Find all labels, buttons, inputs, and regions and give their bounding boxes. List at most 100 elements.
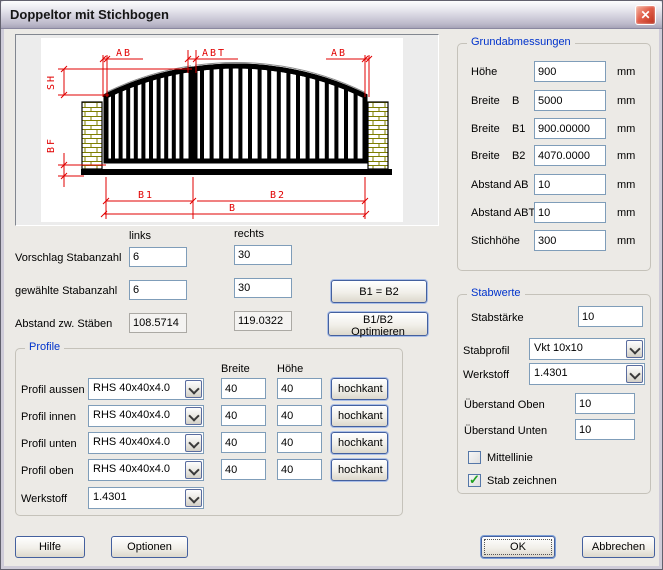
profile-group-title: Profile: [25, 341, 64, 353]
ueberstand-unten-input[interactable]: [575, 419, 635, 440]
gewaehlte-stabanzahl-label: gewählte Stabanzahl: [15, 284, 117, 298]
profil-innen-dropdown-button[interactable]: [185, 407, 202, 425]
profil-unten-dropdown-button[interactable]: [185, 434, 202, 452]
vorschlag-stabanzahl-rechts-input[interactable]: [234, 245, 292, 265]
profile-werkstoff-dropdown-button[interactable]: [185, 489, 202, 507]
dim-b1-label: B1: [138, 190, 154, 201]
breite-b-label: Breite B: [471, 94, 519, 108]
b1-b2-optimieren-button[interactable]: B1/B2 Optimieren: [328, 312, 428, 336]
profil-innen-label: Profil innen: [21, 410, 76, 424]
dim-bf-label: BF: [46, 137, 57, 153]
chevron-down-icon: [188, 464, 199, 475]
profil-aussen-combobox[interactable]: RHS 40x40x4.0: [88, 378, 204, 400]
breite-b1-input[interactable]: [534, 118, 606, 139]
profil-oben-breite-input[interactable]: [221, 459, 266, 480]
hoehe-input[interactable]: [534, 61, 606, 82]
profile-werkstoff-label: Werkstoff: [21, 492, 67, 506]
profile-col-hoehe: Höhe: [277, 362, 303, 376]
profil-oben-dropdown-button[interactable]: [185, 461, 202, 479]
dim-ab-left-label: AB: [116, 48, 132, 59]
stabprofil-combobox[interactable]: Vkt 10x10: [529, 338, 645, 360]
b1-equals-b2-button[interactable]: B1 = B2: [331, 280, 427, 303]
breite-b1-label: Breite B1: [471, 122, 525, 136]
gewaehlte-stabanzahl-rechts-input[interactable]: [234, 278, 292, 298]
stabprofil-dropdown-button[interactable]: [626, 340, 643, 358]
profil-oben-label: Profil oben: [21, 464, 74, 478]
ueberstand-unten-label: Überstand Unten: [464, 424, 547, 438]
stab-zeichnen-label: Stab zeichnen: [487, 474, 557, 488]
abstand-abt-unit: mm: [617, 206, 635, 220]
dim-ab-right-label: AB: [331, 48, 347, 59]
close-button[interactable]: ✕: [635, 5, 656, 25]
stabstaerke-label: Stabstärke: [471, 311, 524, 325]
title-bar[interactable]: Doppeltor mit Stichbogen ✕: [1, 1, 662, 29]
profil-innen-hochkant-button[interactable]: hochkant: [331, 405, 388, 427]
breite-b1-unit: mm: [617, 122, 635, 136]
left-pillar: [82, 102, 102, 169]
profil-oben-hoehe-input[interactable]: [277, 459, 322, 480]
stichhoehe-label: Stichhöhe: [471, 234, 520, 248]
profil-aussen-hochkant-button[interactable]: hochkant: [331, 378, 388, 400]
stichhoehe-input[interactable]: [534, 230, 606, 251]
ok-button[interactable]: OK: [481, 536, 555, 558]
abstand-ab-unit: mm: [617, 178, 635, 192]
gate-drawing: SH BF AB ABT AB B1 B2 B: [16, 35, 438, 225]
breite-b2-unit: mm: [617, 149, 635, 163]
profil-unten-breite-input[interactable]: [221, 432, 266, 453]
dim-sh-label: SH: [46, 74, 57, 90]
profil-aussen-breite-input[interactable]: [221, 378, 266, 399]
profil-unten-hochkant-button[interactable]: hochkant: [331, 432, 388, 454]
mittellinie-checkbox[interactable]: ✓: [468, 451, 481, 464]
dim-b-label: B: [229, 203, 237, 214]
profile-werkstoff-value: 1.4301: [93, 491, 127, 503]
profil-innen-value: RHS 40x40x4.0: [93, 409, 170, 421]
stabwerte-werkstoff-value: 1.4301: [534, 367, 568, 379]
stab-zeichnen-checkbox[interactable]: ✓: [468, 474, 481, 487]
profil-unten-value: RHS 40x40x4.0: [93, 436, 170, 448]
profil-oben-hochkant-button[interactable]: hochkant: [331, 459, 388, 481]
abstand-abt-input[interactable]: [534, 202, 606, 223]
profil-unten-label: Profil unten: [21, 437, 77, 451]
mittellinie-label: Mittellinie: [487, 451, 533, 465]
breite-b2-label: Breite B2: [471, 149, 525, 163]
stabwerte-werkstoff-label: Werkstoff: [463, 368, 509, 382]
profil-innen-hoehe-input[interactable]: [277, 405, 322, 426]
profile-werkstoff-combobox[interactable]: 1.4301: [88, 487, 204, 509]
profil-aussen-dropdown-button[interactable]: [185, 380, 202, 398]
stabstaerke-input[interactable]: [578, 306, 643, 327]
ueberstand-oben-label: Überstand Oben: [464, 398, 545, 412]
stabwerte-werkstoff-dropdown-button[interactable]: [626, 365, 643, 383]
profil-innen-combobox[interactable]: RHS 40x40x4.0: [88, 405, 204, 427]
abstand-ab-input[interactable]: [534, 174, 606, 195]
profil-unten-combobox[interactable]: RHS 40x40x4.0: [88, 432, 204, 454]
column-header-rechts: rechts: [234, 227, 264, 241]
column-header-links: links: [129, 229, 151, 243]
gewaehlte-stabanzahl-links-input[interactable]: [129, 280, 187, 300]
chevron-down-icon: [629, 368, 640, 379]
stabwerte-group-title: Stabwerte: [467, 287, 525, 299]
profil-aussen-hoehe-input[interactable]: [277, 378, 322, 399]
abbrechen-button[interactable]: Abbrechen: [582, 536, 655, 558]
profil-aussen-label: Profil aussen: [21, 383, 85, 397]
stabprofil-value: Vkt 10x10: [534, 342, 583, 354]
profile-col-breite: Breite: [221, 362, 250, 376]
hilfe-button[interactable]: Hilfe: [15, 536, 85, 558]
chevron-down-icon: [629, 343, 640, 354]
profil-innen-breite-input[interactable]: [221, 405, 266, 426]
optionen-button[interactable]: Optionen: [111, 536, 188, 558]
breite-b-input[interactable]: [534, 90, 606, 111]
profil-unten-hoehe-input[interactable]: [277, 432, 322, 453]
close-icon: ✕: [640, 8, 650, 22]
breite-b-unit: mm: [617, 94, 635, 108]
chevron-down-icon: [188, 492, 199, 503]
breite-b2-input[interactable]: [534, 145, 606, 166]
vorschlag-stabanzahl-links-input[interactable]: [129, 247, 187, 267]
abstand-staeben-links-field: [129, 313, 187, 333]
stichhoehe-unit: mm: [617, 234, 635, 248]
stabwerte-werkstoff-combobox[interactable]: 1.4301: [529, 363, 645, 385]
ueberstand-oben-input[interactable]: [575, 393, 635, 414]
checkmark-icon: ✓: [469, 472, 480, 488]
ground-line: [81, 169, 392, 175]
dim-b2-label: B2: [270, 190, 286, 201]
profil-oben-combobox[interactable]: RHS 40x40x4.0: [88, 459, 204, 481]
